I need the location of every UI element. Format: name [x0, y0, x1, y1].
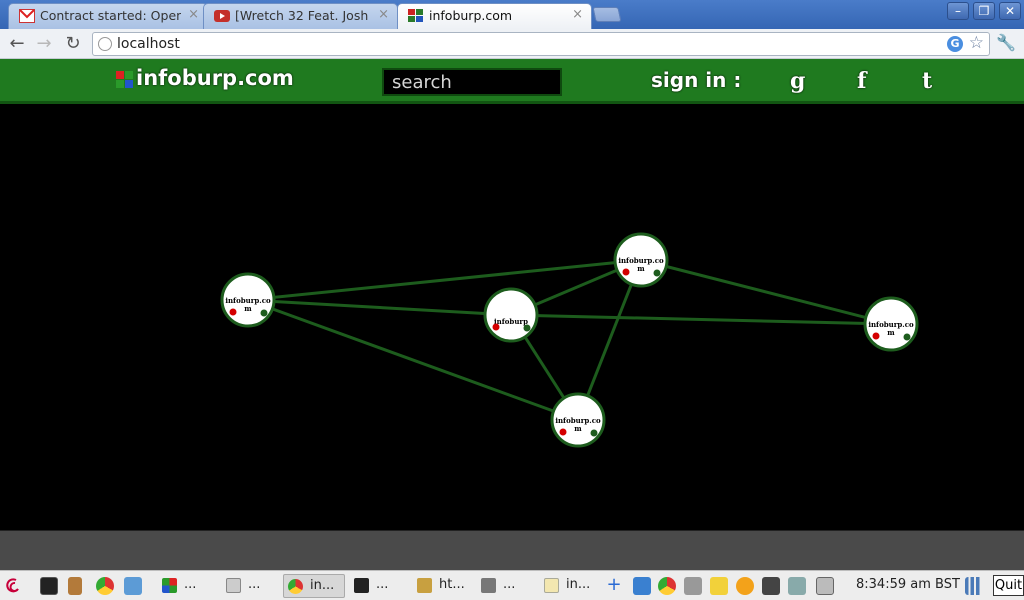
dropbox-tray-icon[interactable]	[633, 577, 651, 595]
graph-edge-n3-n5	[640, 258, 892, 326]
gmail-icon	[19, 9, 35, 23]
tab-close-icon[interactable]: ×	[378, 7, 389, 22]
graph-node[interactable]: infoburp.com	[220, 272, 276, 328]
youtube-icon	[214, 10, 230, 22]
tab-youtube[interactable]: [Wretch 32 Feat. Josh K ×	[203, 3, 398, 29]
taskbar-task[interactable]: ...	[350, 574, 410, 598]
chrome-tray-icon[interactable]	[658, 577, 676, 595]
graph-node[interactable]: infoburp.com	[863, 296, 919, 352]
site-header: infoburp.com sign in : g f t	[0, 59, 1024, 104]
page-footer-strip	[0, 530, 1024, 570]
taskbar-task-active[interactable]: in...	[283, 574, 345, 598]
url-text[interactable]: localhost	[117, 36, 180, 52]
forward-arrow-icon[interactable]: →	[33, 33, 55, 55]
graph-canvas[interactable]: infoburp.co m infoburp infoburp.co m infoburp…	[0, 106, 1024, 530]
node-green-handle-icon[interactable]	[260, 309, 268, 317]
graph-node-circle[interactable]	[483, 287, 539, 343]
tab-title: [Wretch 32 Feat. Josh K	[235, 8, 371, 23]
editor-task-icon	[544, 578, 559, 593]
html-task-icon	[417, 578, 432, 593]
infoburp-favicon-icon	[408, 9, 423, 22]
wifi-signal-icon[interactable]	[965, 577, 983, 595]
network-tray-icon[interactable]	[788, 577, 806, 595]
clock: 8:34:59 am BST	[856, 577, 960, 592]
graph-node-label: infoburp	[494, 317, 528, 326]
terminal-launcher-icon[interactable]	[40, 577, 58, 595]
graph-node[interactable]: infoburp	[483, 287, 539, 343]
node-green-handle-icon[interactable]	[903, 333, 911, 341]
back-arrow-icon[interactable]: ←	[6, 33, 28, 55]
node-red-handle-icon[interactable]	[492, 323, 500, 331]
window-minimize-button[interactable]: –	[947, 2, 969, 20]
sign-in-label: sign in :	[651, 68, 742, 92]
window-close-button[interactable]: ✕	[999, 2, 1021, 20]
browser-tab-strip: Contract started: Open × [Wretch 32 Feat…	[0, 0, 1024, 29]
graph-edge-n2-n5	[510, 313, 892, 326]
address-bar[interactable]: localhost G ☆	[92, 32, 990, 56]
facebook-signin-icon[interactable]: f	[857, 68, 866, 94]
terminal-task-icon	[354, 578, 369, 593]
infoburp-task-icon	[162, 578, 177, 593]
graph-node-label-line2: m	[574, 424, 582, 433]
graph-node-label-line2: m	[887, 328, 895, 337]
quit-button[interactable]: Quit	[993, 575, 1024, 596]
monitor-tray-icon[interactable]	[762, 577, 780, 595]
taskbar-task[interactable]: in...	[540, 574, 602, 598]
taskbar-task[interactable]: ...	[222, 574, 278, 598]
desktop-taskbar: ... ... in... ... ht... ... in... + 8:34…	[0, 570, 1024, 600]
taskbar-task[interactable]: ...	[158, 574, 214, 598]
wrench-icon[interactable]: 🔧	[996, 33, 1016, 52]
tab-title: infoburp.com	[429, 8, 513, 23]
google-search-icon[interactable]: G	[947, 36, 963, 52]
graph-node-label-line2: m	[244, 304, 252, 313]
browser-toolbar: ← → ↻ localhost G ☆ 🔧	[0, 29, 1024, 59]
weather-tray-icon[interactable]	[736, 577, 754, 595]
notes-tray-icon[interactable]	[710, 577, 728, 595]
node-red-handle-icon[interactable]	[559, 428, 567, 436]
paint-launcher-icon[interactable]	[68, 577, 82, 595]
usb-tray-icon[interactable]	[684, 577, 702, 595]
globe-icon	[98, 37, 112, 51]
plus-tray-icon[interactable]: +	[605, 576, 623, 595]
tab-gmail[interactable]: Contract started: Open ×	[8, 3, 208, 29]
node-green-handle-icon[interactable]	[653, 269, 661, 277]
node-green-handle-icon[interactable]	[590, 429, 598, 437]
node-red-handle-icon[interactable]	[622, 268, 630, 276]
node-red-handle-icon[interactable]	[872, 332, 880, 340]
node-red-handle-icon[interactable]	[229, 308, 237, 316]
window-maximize-button[interactable]: ❐	[973, 2, 995, 20]
refresh-launcher-icon[interactable]	[124, 577, 142, 595]
search-input[interactable]	[382, 68, 562, 96]
reload-icon[interactable]: ↻	[62, 33, 84, 55]
graph-svg[interactable]: infoburp.com infoburp infoburp.com infoburp…	[0, 106, 1024, 530]
graph-edge-n1-n3	[247, 258, 642, 302]
google-signin-icon[interactable]: g	[790, 68, 805, 94]
tab-infoburp[interactable]: infoburp.com ×	[397, 3, 592, 29]
calculator-task-icon	[481, 578, 496, 593]
tumblr-signin-icon[interactable]: t	[922, 68, 932, 94]
taskbar-task[interactable]: ...	[477, 574, 537, 598]
taskbar-task[interactable]: ht...	[413, 574, 473, 598]
graph-node-label-line2: m	[637, 264, 645, 273]
tab-close-icon[interactable]: ×	[572, 7, 583, 22]
tab-close-icon[interactable]: ×	[188, 7, 199, 22]
logo-mark-icon	[116, 71, 134, 89]
node-green-handle-icon[interactable]	[523, 324, 531, 332]
display-tray-icon[interactable]	[816, 577, 834, 595]
graph-node[interactable]: infoburp.com	[550, 392, 606, 448]
chrome-launcher-icon[interactable]	[96, 577, 114, 595]
document-task-icon	[226, 578, 241, 593]
tab-title: Contract started: Open	[40, 8, 181, 23]
logo-text: infoburp.com	[136, 66, 294, 90]
new-tab-button[interactable]	[592, 7, 622, 22]
chrome-task-icon	[288, 579, 303, 594]
debian-menu-icon[interactable]	[4, 577, 22, 595]
graph-node[interactable]: infoburp.com	[613, 232, 669, 288]
bookmark-star-icon[interactable]: ☆	[969, 33, 984, 53]
